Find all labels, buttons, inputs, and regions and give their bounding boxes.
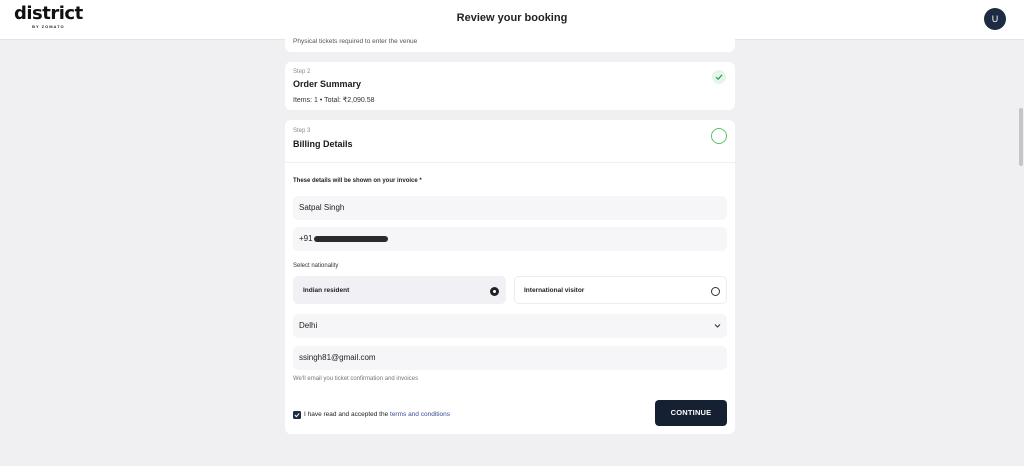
order-summary-card[interactable]: Step 2 Order Summary Items: 1 • Total: ₹… xyxy=(285,62,735,110)
phone-redaction xyxy=(313,236,388,242)
terms-text: I have read and accepted the terms and c… xyxy=(304,411,450,418)
billing-details-card: Step 3 Billing Details These details wil… xyxy=(285,120,735,434)
billing-details-title: Billing Details xyxy=(293,139,353,149)
terms-link[interactable]: terms and conditions xyxy=(390,411,450,418)
step2-label: Step 2 xyxy=(293,69,311,75)
terms-prefix: I have read and accepted the xyxy=(304,411,391,418)
check-icon xyxy=(712,70,726,84)
step3-label: Step 3 xyxy=(293,128,311,134)
radio-selected-icon[interactable] xyxy=(490,287,499,296)
step1-card: Physical tickets required to enter the v… xyxy=(285,28,735,52)
email-field[interactable]: ssingh81@gmail.com xyxy=(293,346,727,370)
phone-prefix: +91 xyxy=(299,234,313,243)
option-label: International visitor xyxy=(524,287,585,294)
pending-circle-icon xyxy=(711,128,727,144)
continue-button[interactable]: CONTINUE xyxy=(655,400,727,426)
section-divider xyxy=(285,162,735,163)
user-avatar[interactable]: U xyxy=(984,8,1006,30)
email-hint: We'll email you ticket confirmation and … xyxy=(293,376,419,382)
physical-ticket-note: Physical tickets required to enter the v… xyxy=(293,38,418,45)
invoice-details-label: These details will be shown on your invo… xyxy=(293,178,422,184)
name-field[interactable]: Satpal Singh xyxy=(293,196,727,220)
phone-field[interactable]: +91 xyxy=(293,227,727,251)
order-summary-text: Items: 1 • Total: ₹2,090.58 xyxy=(293,97,375,104)
nationality-option-indian[interactable]: Indian resident xyxy=(293,276,506,304)
state-value: Delhi xyxy=(299,321,318,330)
logo-subtitle: BY ZOMATO xyxy=(32,24,65,29)
nationality-label: Select nationality xyxy=(293,263,339,269)
state-select[interactable]: Delhi xyxy=(293,314,727,338)
scrollbar-thumb[interactable] xyxy=(1019,108,1023,166)
option-label: Indian resident xyxy=(303,287,350,294)
nationality-option-international[interactable]: International visitor xyxy=(514,276,727,304)
page-scrollbar[interactable] xyxy=(1018,40,1024,466)
chevron-down-icon xyxy=(714,314,721,348)
checkbox-checked-icon[interactable] xyxy=(293,411,301,419)
order-summary-title: Order Summary xyxy=(293,79,362,89)
page-title: Review your booking xyxy=(456,12,568,24)
radio-unselected-icon[interactable] xyxy=(711,287,720,296)
